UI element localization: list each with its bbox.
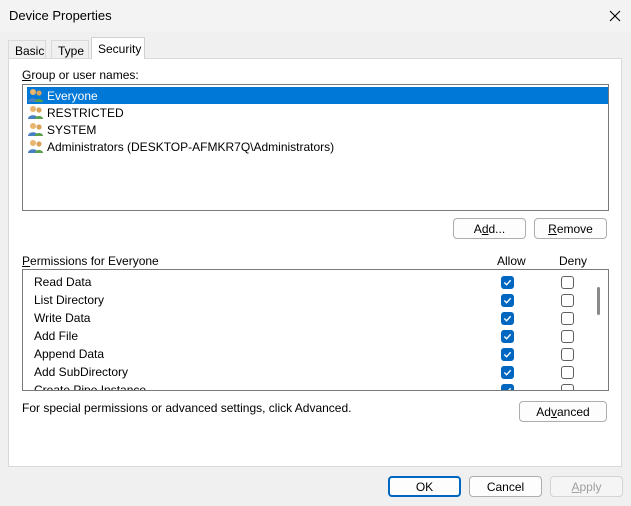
- advanced-hint: For special permissions or advanced sett…: [22, 401, 352, 415]
- check-icon: [503, 333, 512, 340]
- deny-header: Deny: [559, 254, 588, 268]
- allow-checkbox[interactable]: [501, 294, 514, 307]
- ok-button[interactable]: OK: [388, 476, 461, 497]
- allow-checkbox[interactable]: [501, 330, 514, 343]
- deny-checkbox[interactable]: [561, 294, 574, 307]
- deny-checkbox[interactable]: [561, 348, 574, 361]
- remove-button[interactable]: Remove: [534, 218, 607, 239]
- table-row: Add SubDirectory: [23, 363, 593, 381]
- allow-checkbox[interactable]: [501, 276, 514, 289]
- users-icon: [28, 140, 43, 153]
- users-icon: [28, 106, 43, 119]
- table-row: Read Data: [23, 273, 593, 291]
- users-listbox[interactable]: Everyone RESTRICTED SYSTEM Administrator…: [22, 84, 609, 211]
- deny-checkbox[interactable]: [561, 276, 574, 289]
- list-item[interactable]: RESTRICTED: [27, 104, 124, 121]
- list-item[interactable]: Everyone: [27, 87, 608, 104]
- apply-button[interactable]: Apply: [550, 476, 623, 497]
- check-icon: [503, 351, 512, 358]
- users-icon: [28, 123, 43, 136]
- table-row: List Directory: [23, 291, 593, 309]
- allow-checkbox[interactable]: [501, 366, 514, 379]
- users-icon: [28, 89, 43, 102]
- deny-checkbox[interactable]: [561, 366, 574, 379]
- list-item[interactable]: Administrators (DESKTOP-AFMKR7Q\Administ…: [27, 138, 334, 155]
- tab-security[interactable]: Security: [91, 37, 145, 59]
- table-row: Create Pipe Instance: [23, 381, 593, 390]
- close-button[interactable]: [601, 3, 629, 29]
- table-row: Append Data: [23, 345, 593, 363]
- deny-checkbox[interactable]: [561, 384, 574, 390]
- close-icon: [609, 10, 621, 22]
- group-users-label: Group or user names:: [22, 68, 139, 82]
- table-row: Add File: [23, 327, 593, 345]
- deny-checkbox[interactable]: [561, 312, 574, 325]
- list-item[interactable]: SYSTEM: [27, 121, 96, 138]
- scrollbar-thumb[interactable]: [597, 287, 600, 315]
- check-icon: [503, 315, 512, 322]
- allow-header: Allow: [497, 254, 526, 268]
- add-button[interactable]: Ad d...: [453, 218, 526, 239]
- check-icon: [503, 279, 512, 286]
- check-icon: [508, 387, 512, 390]
- permissions-label: Permissions for Everyone: [22, 254, 159, 268]
- allow-checkbox[interactable]: [501, 384, 514, 390]
- permissions-list[interactable]: Read Data List Directory Write Data Add …: [22, 269, 609, 391]
- check-icon: [503, 369, 512, 376]
- advanced-button[interactable]: Ad v anced: [519, 401, 607, 422]
- tab-basic[interactable]: Basic: [8, 40, 46, 58]
- allow-checkbox[interactable]: [501, 348, 514, 361]
- check-icon: [503, 297, 512, 304]
- cancel-button[interactable]: Cancel: [469, 476, 542, 497]
- allow-checkbox[interactable]: [501, 312, 514, 325]
- table-row: Write Data: [23, 309, 593, 327]
- deny-checkbox[interactable]: [561, 330, 574, 343]
- window-title: Device Properties: [9, 8, 112, 23]
- tab-type[interactable]: Type: [51, 40, 89, 58]
- permissions-scrollbar[interactable]: [591, 270, 607, 390]
